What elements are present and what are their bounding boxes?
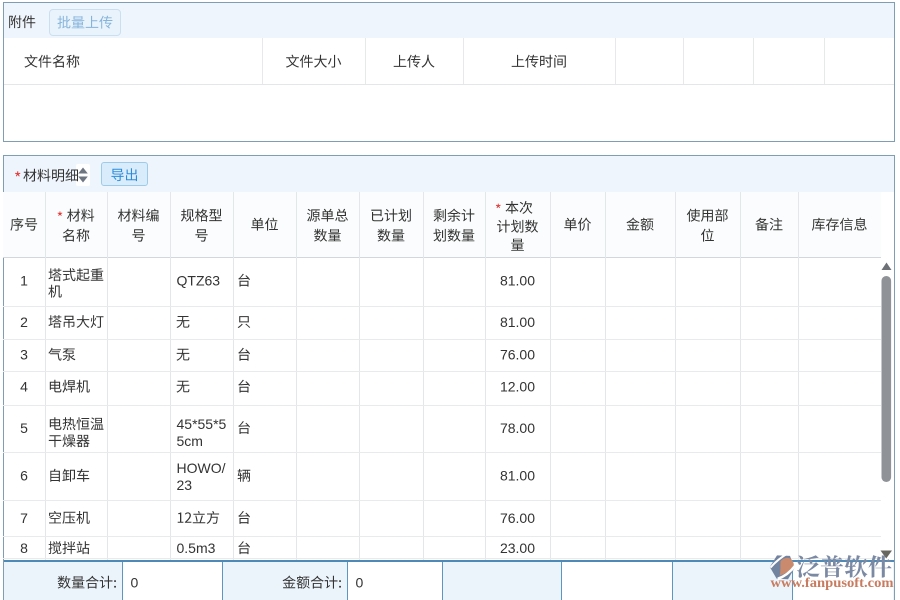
svg-text:23.00: 23.00 [500, 540, 535, 556]
svg-text:www.fanpusoft.com: www.fanpusoft.com [771, 575, 895, 590]
svg-text:2: 2 [20, 314, 28, 330]
svg-text:81.00: 81.00 [500, 468, 535, 484]
svg-text:3: 3 [20, 347, 28, 363]
svg-text:HOWO/: HOWO/ [177, 460, 226, 476]
svg-text:23: 23 [177, 477, 193, 493]
svg-text:7: 7 [20, 510, 28, 526]
svg-text:QTZ63: QTZ63 [177, 273, 221, 289]
svg-text:0: 0 [356, 575, 364, 591]
svg-text:6: 6 [20, 468, 28, 484]
svg-text:1: 1 [20, 273, 28, 289]
svg-text:4: 4 [20, 379, 28, 395]
svg-text:5cm: 5cm [177, 433, 203, 449]
svg-text:8: 8 [20, 540, 28, 556]
svg-text:78.00: 78.00 [500, 420, 535, 436]
svg-text:0.5m3: 0.5m3 [177, 540, 216, 556]
svg-text:0: 0 [131, 575, 139, 591]
svg-text:76.00: 76.00 [500, 510, 535, 526]
svg-text:81.00: 81.00 [500, 314, 535, 330]
svg-text:45*55*5: 45*55*5 [177, 416, 227, 432]
svg-text:81.00: 81.00 [500, 273, 535, 289]
svg-text:76.00: 76.00 [500, 347, 535, 363]
svg-text:12.00: 12.00 [500, 379, 535, 395]
svg-text:5: 5 [20, 420, 28, 436]
